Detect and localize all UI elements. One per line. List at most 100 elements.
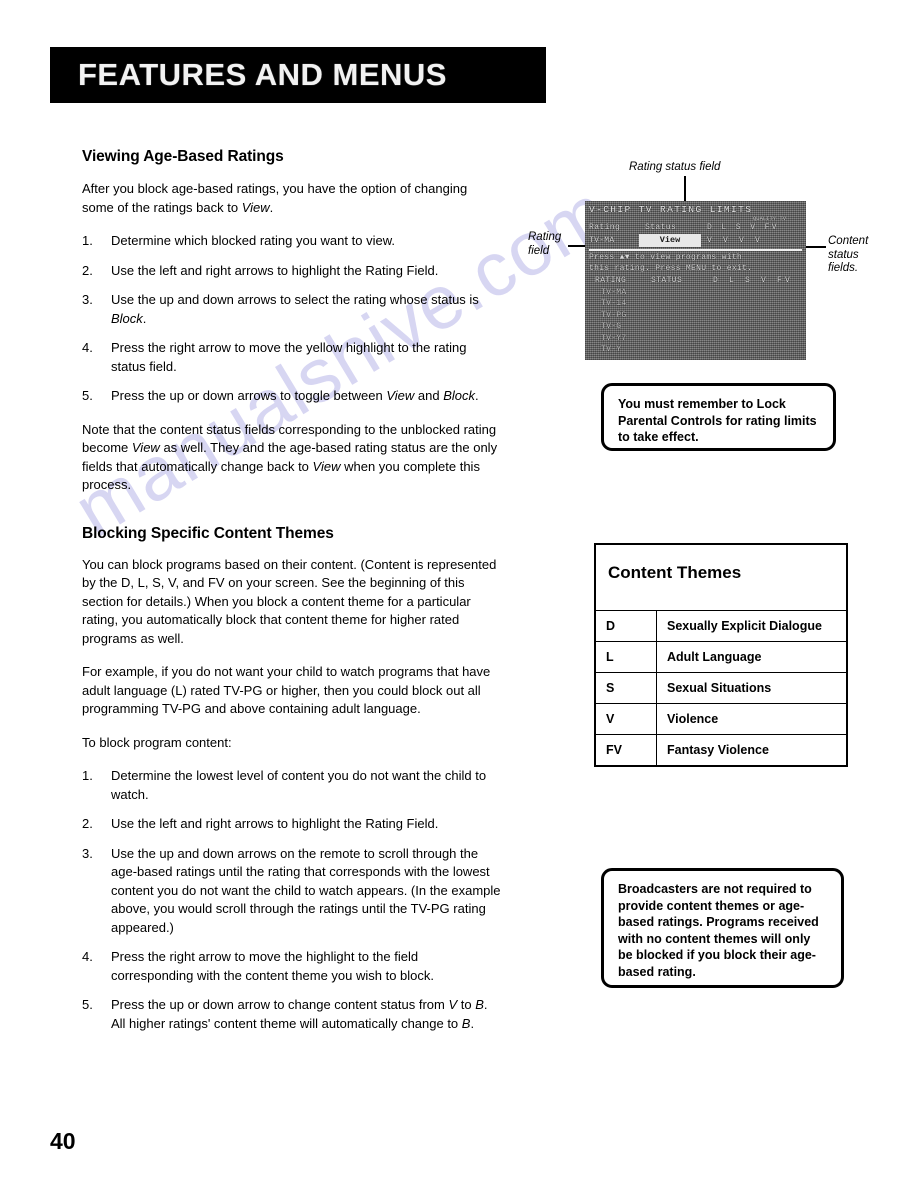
tv-instruction-line-2: this rating. Press MENU to exit. [589, 263, 753, 273]
note-emphasis-2: View [312, 458, 341, 474]
theme-description: Adult Language [656, 641, 848, 673]
manual-page: FEATURES AND MENUS Viewing Age-Based Rat… [0, 0, 918, 1188]
callout-rating-field-line1: Rating [528, 231, 562, 243]
step-number: 3. [82, 845, 93, 861]
step-number: 5. [82, 997, 93, 1012]
list-item: 2. Use the left and right arrows to highl… [82, 262, 502, 281]
note-box-2-text: Broadcasters are not required to provide… [618, 882, 819, 979]
callout-content-status-line1: Content [828, 235, 869, 247]
note-box-lock-parental-controls: You must remember to Lock Parental Contr… [601, 383, 836, 451]
tv-list-header-flags: D L S V FV [713, 276, 794, 285]
step-number: 5. [82, 388, 93, 403]
step-emphasis: View [386, 388, 415, 403]
step-text: Use the left and right arrows to highlig… [111, 816, 439, 831]
section2-paragraph-3: To block program content: [82, 734, 232, 750]
step-emphasis: Block [111, 310, 143, 326]
theme-code: V [594, 703, 657, 735]
step-text-tail: and [414, 388, 444, 403]
step-text: Use the up and down arrows to select the… [111, 292, 479, 307]
page-header-title: FEATURES AND MENUS [78, 57, 447, 92]
section1-intro-paragraph: After you block age-based ratings, you h… [82, 180, 502, 217]
section2-paragraph-1: You can block programs based on their co… [82, 556, 497, 646]
theme-code: D [594, 610, 657, 642]
list-item: 5. Press the up or down arrows to toggle … [82, 387, 502, 406]
left-text-column: Viewing Age-Based Ratings After you bloc… [82, 148, 502, 1048]
step-text-tail: . [142, 310, 147, 326]
section1-step-list: 1. Determine which blocked rating you wan… [82, 232, 502, 406]
section-heading-blocking-specific-content-themes: Blocking Specific Content Themes [82, 524, 334, 542]
tv-rating-list-item[interactable]: TV-Y [589, 344, 802, 356]
theme-code: FV [594, 734, 657, 767]
content-themes-table-title: Content Themes [595, 544, 847, 611]
list-item: 4. Press the right arrow to move the high… [82, 948, 502, 985]
tv-rating-field-value[interactable]: TV-MA [589, 235, 639, 246]
tv-column-header-row: Rating Status D L S V FV [589, 222, 802, 233]
note-box-broadcasters-not-required: Broadcasters are not required to provide… [601, 868, 844, 988]
tv-rating-list-item[interactable]: TV-PG [589, 310, 802, 322]
table-row: L Adult Language [594, 641, 848, 673]
section2-step-list: 1. Determine the lowest level of content … [82, 767, 502, 1033]
callout-rating-field-line2: field [528, 244, 550, 257]
list-item: 3. Use the up and down arrows on the remo… [82, 845, 502, 938]
step-text: Determine the lowest level of content yo… [111, 768, 487, 802]
tv-content-status-fields-value[interactable]: V V V V [701, 235, 802, 246]
section-heading-viewing-age-based-ratings: Viewing Age-Based Ratings [82, 148, 284, 165]
tv-list-header-row: RATING STATUS D L S V FV [589, 275, 802, 287]
list-item: 1. Determine the lowest level of content … [82, 767, 502, 804]
table-header-row: Content Themes [595, 544, 847, 611]
step-text: Use the up and down arrows on the remote… [111, 845, 501, 935]
step-emphasis-2: B [475, 997, 484, 1012]
tv-list-header-rating: RATING [595, 276, 627, 285]
tv-rating-list-item[interactable]: TV-G [589, 321, 802, 333]
step-number: 2. [82, 816, 93, 831]
step-text-tail: to [457, 997, 476, 1012]
step-text: Press the right arrow to move the highli… [111, 949, 435, 983]
tv-rating-list-item[interactable]: TV-Y7 [589, 333, 802, 345]
step-text-tail-2: . [475, 388, 479, 403]
theme-description: Violence [656, 703, 848, 735]
list-item: 2. Use the left and right arrows to highl… [82, 815, 502, 834]
section1-intro-emphasis: View [241, 199, 270, 215]
note-emphasis-1: View [131, 440, 160, 455]
theme-code: S [594, 672, 657, 704]
step-number: 4. [82, 340, 93, 355]
page-header-banner: FEATURES AND MENUS [50, 47, 546, 103]
section1-intro-part-end: . [269, 199, 274, 215]
section1-note-paragraph: Note that the content status fields corr… [82, 421, 502, 495]
table-row: FV Fantasy Violence [594, 734, 848, 767]
list-item: 4. Press the right arrow to move the yell… [82, 339, 502, 376]
step-text: Press the up or down arrow to change con… [111, 997, 449, 1012]
content-themes-table: Content Themes D Sexually Explicit Dialo… [594, 543, 848, 767]
tv-header-status: Status [645, 223, 677, 232]
step-number: 4. [82, 949, 93, 964]
table-row: D Sexually Explicit Dialogue [594, 610, 848, 642]
step-text-tail-3: . [470, 1015, 475, 1031]
note-box-1-text: You must remember to Lock Parental Contr… [618, 397, 817, 444]
section1-intro-part-a: After you block age-based ratings, you h… [82, 181, 468, 215]
step-text: Press the right arrow to move the yellow… [111, 340, 467, 374]
theme-description: Sexual Situations [656, 672, 848, 704]
callout-content-status-line2: status [828, 248, 859, 261]
step-emphasis: V [448, 997, 458, 1012]
callout-label-rating-status-field: Rating status field [629, 161, 721, 173]
tv-screen-vchip-menu: V-CHIP TV RATING LIMITS QUALITY TV Ratin… [585, 201, 806, 360]
tv-rating-status-field-value[interactable]: View [639, 234, 701, 247]
step-text: Use the left and right arrows to highlig… [111, 262, 439, 278]
theme-description: Fantasy Violence [656, 734, 848, 767]
step-number: 1. [82, 233, 93, 248]
tv-rating-list-item[interactable]: TV-14 [589, 298, 802, 310]
step-number: 3. [82, 292, 93, 307]
tv-rating-list-item[interactable]: TV-MA [589, 287, 802, 299]
step-emphasis-2: Block [443, 388, 475, 403]
list-item: 3. Use the up and down arrows to select t… [82, 291, 502, 328]
callout-content-status-line3: fields. [828, 262, 859, 274]
step-text: Press the up or down arrows to toggle be… [111, 388, 387, 403]
list-item: 5. Press the up or down arrow to change c… [82, 996, 502, 1033]
table-row: V Violence [594, 703, 848, 735]
step-number: 2. [82, 262, 93, 278]
step-number: 1. [82, 768, 93, 783]
step-text: Determine which blocked rating you want … [111, 233, 395, 248]
theme-description: Sexually Explicit Dialogue [656, 610, 848, 642]
callout-label-content-status-fields: Content status fields. [828, 235, 890, 276]
tv-active-rating-row[interactable]: TV-MA View V V V V [589, 234, 802, 247]
